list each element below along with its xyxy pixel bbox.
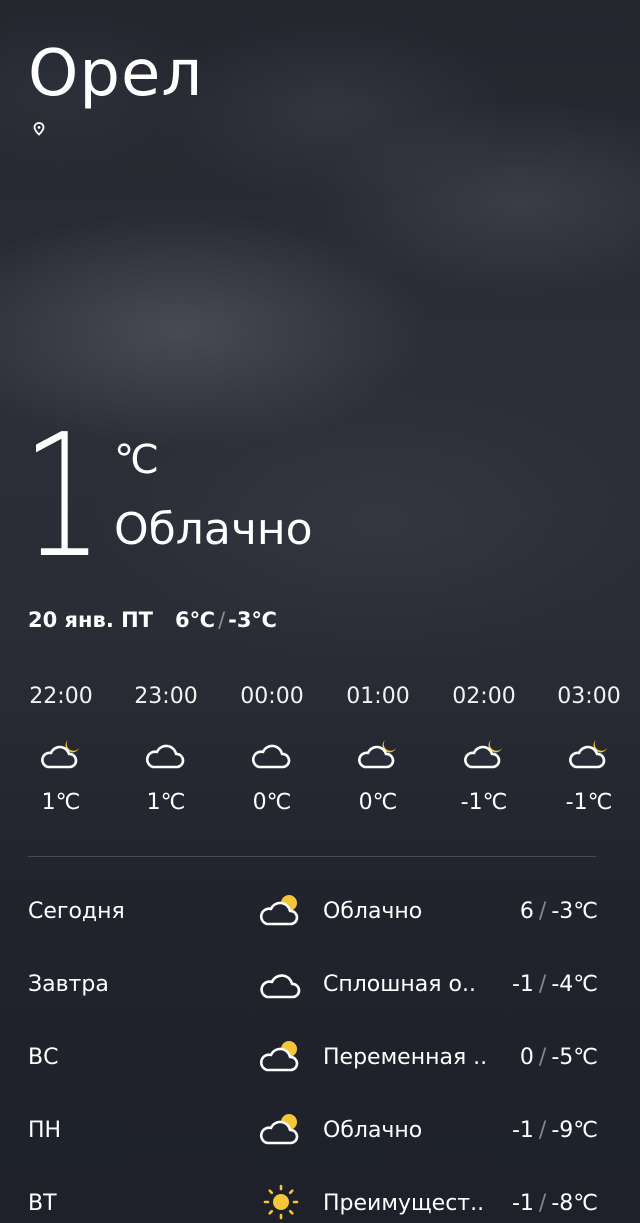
hour-time: 03:00 — [557, 684, 621, 709]
daily-row-tomorrow[interactable]: Завтра Сплошная о.. -1/-4℃ — [0, 949, 640, 1021]
daily-row-monday[interactable]: ПН Облачно -1/-9℃ — [0, 1095, 640, 1167]
cloud-sun-icon — [259, 1114, 299, 1145]
day-condition: Сплошная о.. — [323, 972, 476, 997]
day-high: -1 — [511, 1118, 534, 1143]
daily-row-sunday[interactable]: ВС Переменная .. 0/-5℃ — [0, 1022, 640, 1094]
day-condition: Облачно — [323, 1118, 423, 1143]
day-temperature-range: 6/-3℃ — [519, 899, 598, 924]
temperature-unit: ℃ — [114, 437, 159, 483]
hourly-item: 03:00 -1℃ — [544, 680, 634, 818]
day-high: -1 — [511, 1191, 534, 1216]
hour-temperature: 0℃ — [358, 790, 398, 815]
day-high: -1 — [511, 972, 534, 997]
day-condition: Преимущест.. — [323, 1191, 485, 1216]
hourly-item: 01:00 0℃ — [333, 680, 423, 818]
day-low: -4℃ — [551, 972, 598, 997]
day-name: Завтра — [28, 972, 109, 997]
day-temperature-range: -1/-8℃ — [511, 1191, 598, 1216]
hour-time: 23:00 — [134, 684, 198, 709]
hour-time: 01:00 — [346, 684, 410, 709]
hourly-item: 23:00 1℃ — [121, 680, 211, 818]
hour-time: 02:00 — [452, 684, 516, 709]
current-date: 20 янв. ПТ — [28, 608, 154, 632]
daily-row-today[interactable]: Сегодня Облачно 6/-3℃ — [0, 876, 640, 948]
cloud-icon — [260, 974, 301, 999]
location-pin-icon — [33, 122, 45, 136]
today-high: 6℃ — [175, 608, 216, 632]
divider — [28, 856, 596, 857]
cloud-icon — [251, 744, 291, 769]
hour-time: 22:00 — [29, 684, 93, 709]
cloud-moon-icon — [41, 740, 79, 769]
day-temperature-range: 0/-5℃ — [519, 1045, 598, 1070]
day-low: -9℃ — [551, 1118, 598, 1143]
current-temperature: 1 — [22, 398, 104, 596]
hourly-item: 00:00 0℃ — [227, 680, 317, 818]
day-temperature-range: -1/-4℃ — [511, 972, 598, 997]
day-name: ВТ — [28, 1191, 57, 1216]
weather-screen: Орел 1 ℃ Облачно 20 янв. ПТ 6℃ / -3℃ 22:00 … — [0, 0, 640, 1223]
cloud-sun-icon — [259, 895, 299, 926]
today-low: -3℃ — [228, 608, 277, 632]
day-high: 0 — [519, 1045, 534, 1070]
day-high: 6 — [519, 899, 534, 924]
day-low: -8℃ — [551, 1191, 598, 1216]
hour-temperature: -1℃ — [460, 790, 508, 815]
day-low: -3℃ — [551, 899, 598, 924]
date-high-low: 20 янв. ПТ 6℃ / -3℃ — [28, 608, 277, 632]
hourly-item: 02:00 -1℃ — [439, 680, 529, 818]
cloud-moon-icon — [569, 740, 607, 769]
hour-temperature: 1℃ — [146, 790, 186, 815]
daily-row-tuesday[interactable]: ВТ Преимущест.. -1/-8℃ — [0, 1168, 640, 1223]
day-temperature-range: -1/-9℃ — [511, 1118, 598, 1143]
city-name[interactable]: Орел — [28, 36, 203, 112]
sun-icon — [263, 1184, 299, 1220]
hour-temperature: -1℃ — [565, 790, 613, 815]
cloud-moon-icon — [464, 740, 502, 769]
day-name: Сегодня — [28, 899, 125, 924]
day-condition: Облачно — [323, 899, 423, 924]
day-low: -5℃ — [551, 1045, 598, 1070]
hour-temperature: 0℃ — [252, 790, 292, 815]
hour-temperature: 1℃ — [41, 790, 81, 815]
cloud-icon — [145, 744, 185, 769]
hourly-forecast[interactable]: 22:00 1℃ 23:00 1℃ 00:00 0℃ 01:00 0℃ 02:0… — [0, 680, 640, 830]
day-condition: Переменная .. — [323, 1045, 488, 1070]
hourly-item: 22:00 1℃ — [16, 680, 106, 818]
cloud-moon-icon — [358, 740, 396, 769]
current-condition: Облачно — [114, 504, 313, 555]
cloud-sun-icon — [259, 1041, 299, 1072]
day-name: ПН — [28, 1118, 62, 1143]
hour-time: 00:00 — [240, 684, 304, 709]
day-name: ВС — [28, 1045, 59, 1070]
